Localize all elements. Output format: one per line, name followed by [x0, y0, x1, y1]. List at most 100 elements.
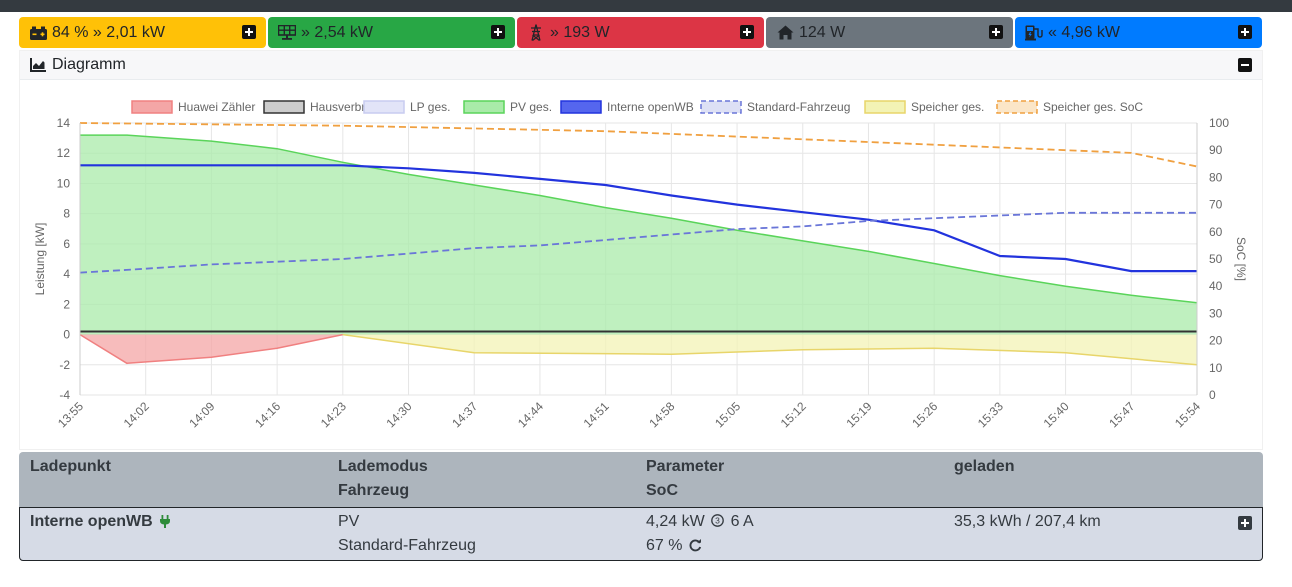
pv-status-text: » 2,54 kW — [301, 23, 374, 41]
grid-status-text: » 193 W — [550, 23, 610, 41]
y-tick-left: 8 — [63, 207, 70, 221]
y-tick-left: 6 — [63, 237, 70, 251]
charging-status-text: « 4,96 kW — [1048, 23, 1121, 41]
chargepoint-name: Interne openWB — [30, 513, 171, 531]
charging-status-card[interactable]: « 4,96 kW — [1015, 17, 1262, 48]
y-tick-left: 10 — [57, 176, 71, 190]
chargepoint-name-text: Interne openWB — [30, 513, 153, 530]
plug-icon — [160, 515, 171, 528]
y-tick-right: 20 — [1209, 334, 1223, 348]
battery-series-area — [342, 334, 1197, 365]
svg-text:3: 3 — [715, 516, 720, 526]
y-tick-left: 4 — [63, 267, 70, 281]
y-tick-left: 14 — [57, 116, 71, 130]
y-tick-right: 100 — [1209, 116, 1229, 130]
legend-label: Hausverbr. — [310, 100, 368, 114]
charging-station-icon — [1025, 24, 1043, 42]
y-tick-right: 30 — [1209, 306, 1223, 320]
y-tick-left: -4 — [59, 388, 70, 402]
car-battery-icon — [29, 24, 47, 42]
x-tick: 14:30 — [384, 399, 415, 430]
header-parameter: Parameter — [646, 458, 725, 475]
x-tick: 15:05 — [712, 399, 743, 430]
charge-mode: PV — [338, 513, 360, 530]
legend-swatch — [131, 100, 173, 114]
expand-icon[interactable] — [491, 25, 505, 39]
header-ladepunkt: Ladepunkt — [30, 458, 111, 475]
x-tick: 13:55 — [55, 399, 86, 430]
y-tick-left: 0 — [63, 328, 70, 342]
y-axis-label-left: Leistung [kW] — [33, 223, 47, 296]
power-grid-icon — [527, 24, 545, 42]
phases-3-icon: 3 — [711, 514, 724, 527]
y-tick-right: 90 — [1209, 143, 1223, 157]
legend-label: Huawei Zähler — [178, 100, 255, 114]
x-tick: 14:58 — [646, 399, 677, 430]
pv-status-card[interactable]: » 2,54 kW — [268, 17, 515, 48]
legend-swatch — [463, 100, 505, 114]
x-tick: 14:37 — [449, 399, 480, 430]
legend-swatch — [996, 100, 1038, 114]
y-tick-right: 70 — [1209, 198, 1223, 212]
chart-card: Diagramm Huawei Zähler Hausverbr. LP ges. P… — [19, 50, 1263, 450]
x-tick: 15:12 — [778, 399, 809, 430]
y-tick-left: -2 — [59, 358, 70, 372]
x-tick: 14:02 — [121, 399, 152, 430]
legend-swatch — [363, 100, 405, 114]
expand-icon[interactable] — [1238, 516, 1252, 530]
expand-icon[interactable] — [242, 25, 256, 39]
y-tick-right: 50 — [1209, 252, 1223, 266]
table-row[interactable]: Interne openWB PV Standard-Fahrzeug 4,24… — [19, 507, 1263, 561]
battery-status-text: 84 % » 2,01 kW — [52, 23, 165, 41]
soc-value: 67 % — [646, 537, 683, 554]
chart-header[interactable]: Diagramm — [20, 51, 1262, 80]
grid-status-card[interactable]: » 193 W — [517, 17, 764, 48]
x-tick: 15:47 — [1106, 399, 1137, 430]
legend-label: LP ges. — [410, 100, 450, 114]
vehicle-name: Standard-Fahrzeug — [338, 537, 476, 554]
table-header: Ladepunkt Lademodus Fahrzeug Parameter S… — [19, 452, 1263, 507]
charge-current: 6 A — [730, 513, 754, 530]
x-tick: 14:16 — [252, 399, 283, 430]
house-status-text: 124 W — [799, 23, 846, 41]
charged-amount: 35,3 kWh / 207,4 km — [954, 513, 1101, 530]
header-fahrzeug: Fahrzeug — [338, 482, 410, 499]
y-tick-right: 80 — [1209, 170, 1223, 184]
collapse-icon[interactable] — [1238, 58, 1252, 72]
legend-swatch — [560, 100, 602, 114]
status-cards: 84 % » 2,01 kW » 2,54 kW » 193 W 124 W «… — [19, 17, 1263, 48]
legend-swatch — [263, 100, 305, 114]
x-tick: 15:19 — [843, 399, 874, 430]
y-tick-left: 12 — [57, 146, 71, 160]
expand-icon[interactable] — [1238, 25, 1252, 39]
x-tick: 15:54 — [1172, 399, 1203, 430]
expand-icon[interactable] — [740, 25, 754, 39]
x-tick: 14:09 — [186, 399, 217, 430]
legend-label: Standard-Fahrzeug — [747, 100, 850, 114]
chargepoint-table: Ladepunkt Lademodus Fahrzeug Parameter S… — [19, 452, 1263, 564]
battery-status-card[interactable]: 84 % » 2,01 kW — [19, 17, 266, 48]
x-tick: 15:33 — [975, 399, 1006, 430]
header-lademodus: Lademodus — [338, 458, 428, 475]
power-chart: Huawei Zähler Hausverbr. LP ges. PV ges. Int… — [33, 100, 1248, 430]
vehicle-soc: 67 % — [646, 537, 702, 555]
y-tick-right: 0 — [1209, 388, 1216, 402]
refresh-icon[interactable] — [689, 539, 702, 552]
x-tick: 14:51 — [581, 399, 612, 430]
x-tick: 15:26 — [909, 399, 940, 430]
charge-power: 4,24 kW — [646, 513, 705, 530]
x-tick: 14:23 — [318, 399, 349, 430]
charge-parameter: 4,24 kW 3 6 A — [646, 513, 754, 531]
y-tick-left: 2 — [63, 297, 70, 311]
house-icon — [776, 24, 794, 42]
area-chart-icon — [30, 58, 46, 72]
legend-label: PV ges. — [510, 100, 552, 114]
legend-label: Interne openWB — [607, 100, 694, 114]
expand-icon[interactable] — [989, 25, 1003, 39]
x-tick: 15:40 — [1041, 399, 1072, 430]
house-status-card[interactable]: 124 W — [766, 17, 1013, 48]
legend-label: Speicher ges. SoC — [1043, 100, 1143, 114]
x-tick: 14:44 — [515, 399, 546, 430]
header-geladen: geladen — [954, 458, 1015, 475]
y-axis-label-right: SoC [%] — [1234, 237, 1248, 281]
